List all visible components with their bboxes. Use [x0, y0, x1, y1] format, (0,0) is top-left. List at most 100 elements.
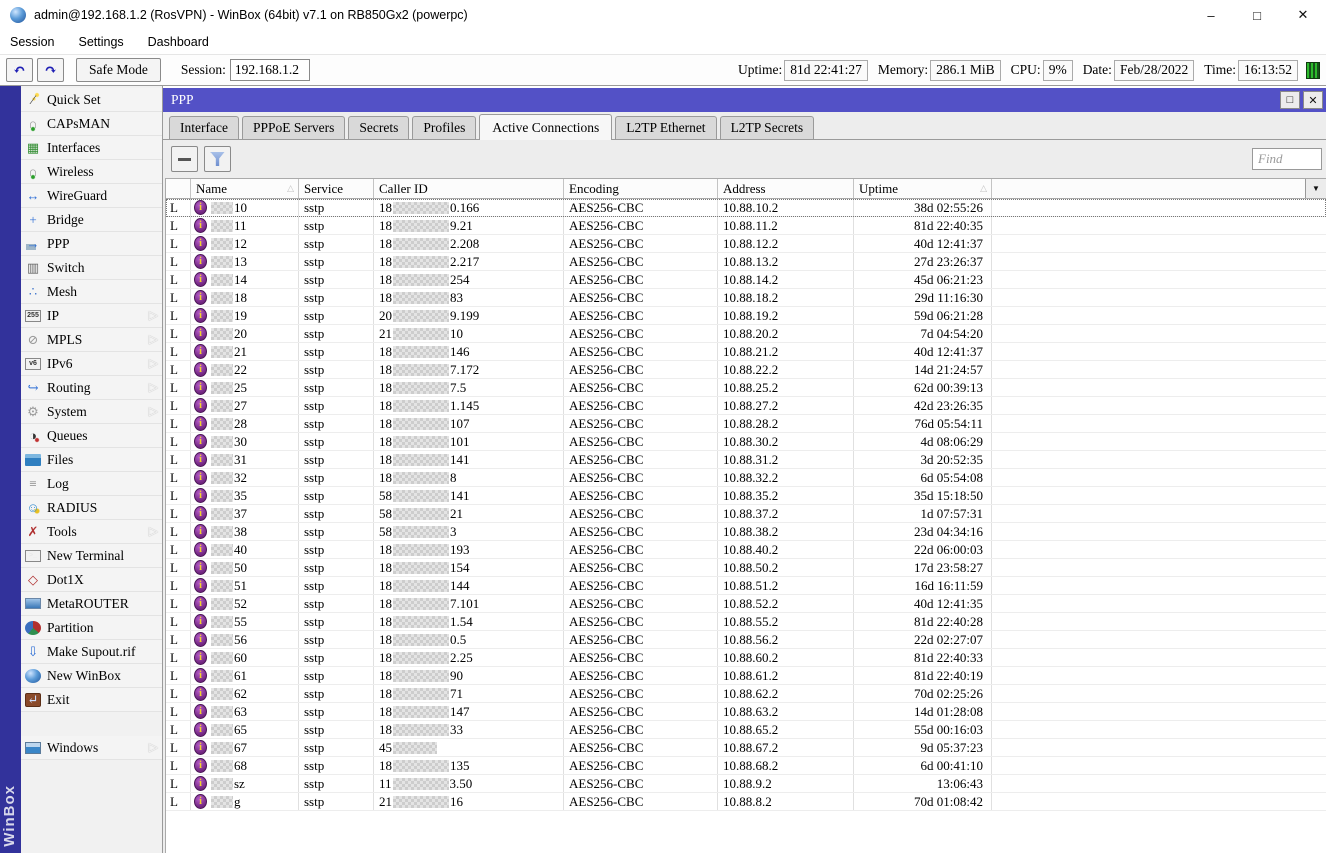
header-caller-id[interactable]: Caller ID	[374, 179, 564, 198]
tab-active-connections[interactable]: Active Connections	[479, 114, 613, 140]
sidebar-item-tools[interactable]: ✗ Tools ▷	[21, 520, 162, 544]
sidebar-item-ppp[interactable]: → PPP	[21, 232, 162, 256]
safe-mode-button[interactable]: Safe Mode	[76, 58, 161, 82]
maximize-button[interactable]: □	[1234, 0, 1280, 30]
winbox-icon	[25, 668, 41, 683]
sidebar-item-wireless[interactable]: ∩ Wireless	[21, 160, 162, 184]
sidebar-item-wireguard[interactable]: ↔ WireGuard	[21, 184, 162, 208]
table-row[interactable]: L sz sstp 11 3.50 AES256-CBC 10.88.9.2 1…	[166, 775, 1326, 793]
sidebar-item-switch[interactable]: ▥ Switch	[21, 256, 162, 280]
remove-button[interactable]	[171, 146, 198, 172]
table-row[interactable]: L 31 sstp 18 141 AES256-CBC 10.88.31.2 3…	[166, 451, 1326, 469]
header-address[interactable]: Address	[718, 179, 854, 198]
table-row[interactable]: L 12 sstp 18 2.208 AES256-CBC 10.88.12.2…	[166, 235, 1326, 253]
sidebar-item-radius[interactable]: ☺ RADIUS	[21, 496, 162, 520]
tab-pppoe-servers[interactable]: PPPoE Servers	[241, 116, 346, 139]
sidebar-item-ipv6[interactable]: v6 IPv6 ▷	[21, 352, 162, 376]
table-row[interactable]: L 55 sstp 18 1.54 AES256-CBC 10.88.55.2 …	[166, 613, 1326, 631]
sidebar-item-new-winbox[interactable]: New WinBox	[21, 664, 162, 688]
table-row[interactable]: L 14 sstp 18 254 AES256-CBC 10.88.14.2 4…	[166, 271, 1326, 289]
table-row[interactable]: L 56 sstp 18 0.5 AES256-CBC 10.88.56.2 2…	[166, 631, 1326, 649]
tab-l2tp-ethernet[interactable]: L2TP Ethernet	[615, 116, 717, 139]
sidebar-item-make-supout-rif[interactable]: ⇩ Make Supout.rif	[21, 640, 162, 664]
sidebar-item-windows[interactable]: Windows ▷	[21, 736, 162, 760]
sidebar-item-partition[interactable]: Partition	[21, 616, 162, 640]
minimize-button[interactable]: –	[1188, 0, 1234, 30]
ppp-maximize-button[interactable]: □	[1280, 91, 1300, 109]
table-row[interactable]: L 25 sstp 18 7.5 AES256-CBC 10.88.25.2 6…	[166, 379, 1326, 397]
menu-session[interactable]: Session	[10, 35, 54, 49]
table-row[interactable]: L 11 sstp 18 9.21 AES256-CBC 10.88.11.2 …	[166, 217, 1326, 235]
table-row[interactable]: L 37 sstp 58 21 AES256-CBC 10.88.37.2 1d…	[166, 505, 1326, 523]
row-flag: L	[166, 559, 191, 576]
table-row[interactable]: L 50 sstp 18 154 AES256-CBC 10.88.50.2 1…	[166, 559, 1326, 577]
row-name-suffix: 60	[234, 649, 247, 665]
sidebar-item-files[interactable]: Files	[21, 448, 162, 472]
table-row[interactable]: L 63 sstp 18 147 AES256-CBC 10.88.63.2 1…	[166, 703, 1326, 721]
table-row[interactable]: L 19 sstp 20 9.199 AES256-CBC 10.88.19.2…	[166, 307, 1326, 325]
header-flag[interactable]	[166, 179, 191, 198]
sidebar-item-routing[interactable]: ↪ Routing ▷	[21, 376, 162, 400]
table-row[interactable]: L 27 sstp 18 1.145 AES256-CBC 10.88.27.2…	[166, 397, 1326, 415]
table-row[interactable]: L 65 sstp 18 33 AES256-CBC 10.88.65.2 55…	[166, 721, 1326, 739]
table-row[interactable]: L 20 sstp 21 10 AES256-CBC 10.88.20.2 7d…	[166, 325, 1326, 343]
sidebar-item-quick-set[interactable]: ∕ Quick Set	[21, 88, 162, 112]
table-row[interactable]: L 21 sstp 18 146 AES256-CBC 10.88.21.2 4…	[166, 343, 1326, 361]
close-button[interactable]: ✕	[1280, 0, 1326, 30]
table-row[interactable]: L 35 sstp 58 141 AES256-CBC 10.88.35.2 3…	[166, 487, 1326, 505]
undo-button[interactable]: ↶	[6, 58, 33, 82]
table-row[interactable]: L g sstp 21 16 AES256-CBC 10.88.8.2 70d …	[166, 793, 1326, 811]
row-uptime: 1d 07:57:31	[854, 505, 992, 522]
table-row[interactable]: L 61 sstp 18 90 AES256-CBC 10.88.61.2 81…	[166, 667, 1326, 685]
find-input[interactable]	[1252, 148, 1322, 170]
header-encoding[interactable]: Encoding	[564, 179, 718, 198]
table-row[interactable]: L 52 sstp 18 7.101 AES256-CBC 10.88.52.2…	[166, 595, 1326, 613]
header-uptime[interactable]: Uptime △	[854, 179, 992, 198]
header-name[interactable]: Name △	[191, 179, 299, 198]
table-row[interactable]: L 30 sstp 18 101 AES256-CBC 10.88.30.2 4…	[166, 433, 1326, 451]
session-input[interactable]	[229, 59, 310, 81]
menu-settings[interactable]: Settings	[78, 35, 123, 49]
sidebar-item-exit[interactable]: ↵ Exit	[21, 688, 162, 712]
table-row[interactable]: L 51 sstp 18 144 AES256-CBC 10.88.51.2 1…	[166, 577, 1326, 595]
table-row[interactable]: L 67 sstp 45 AES256-CBC 10.88.67.2 9d 05…	[166, 739, 1326, 757]
sidebar-item-mesh[interactable]: ∴ Mesh	[21, 280, 162, 304]
row-name-suffix: 40	[234, 541, 247, 557]
table-row[interactable]: L 32 sstp 18 8 AES256-CBC 10.88.32.2 6d …	[166, 469, 1326, 487]
sidebar-item-metarouter[interactable]: MetaROUTER	[21, 592, 162, 616]
ppp-title-bar[interactable]: PPP □ ✕	[163, 88, 1326, 112]
table-row[interactable]: L 62 sstp 18 71 AES256-CBC 10.88.62.2 70…	[166, 685, 1326, 703]
tab-secrets[interactable]: Secrets	[348, 116, 410, 139]
tab-interface[interactable]: Interface	[169, 116, 239, 139]
sidebar-item-bridge[interactable]: + Bridge	[21, 208, 162, 232]
table-row[interactable]: L 40 sstp 18 193 AES256-CBC 10.88.40.2 2…	[166, 541, 1326, 559]
table-row[interactable]: L 18 sstp 18 83 AES256-CBC 10.88.18.2 29…	[166, 289, 1326, 307]
ppp-close-button[interactable]: ✕	[1303, 91, 1323, 109]
sidebar-item-new-terminal[interactable]: >_ New Terminal	[21, 544, 162, 568]
table-row[interactable]: L 28 sstp 18 107 AES256-CBC 10.88.28.2 7…	[166, 415, 1326, 433]
filter-button[interactable]	[204, 146, 231, 172]
redacted-caller-block	[393, 291, 449, 304]
sidebar-item-log[interactable]: ≡ Log	[21, 472, 162, 496]
sidebar-item-label: Dot1X	[47, 571, 84, 587]
table-row[interactable]: L 22 sstp 18 7.172 AES256-CBC 10.88.22.2…	[166, 361, 1326, 379]
sidebar-item-mpls[interactable]: ⊘ MPLS ▷	[21, 328, 162, 352]
table-row[interactable]: L 10 sstp 18 0.166 AES256-CBC 10.88.10.2…	[166, 199, 1326, 217]
sidebar-item-dot1x[interactable]: ◇ Dot1X	[21, 568, 162, 592]
column-dropdown-button[interactable]: ▼	[1305, 179, 1326, 198]
sidebar-item-interfaces[interactable]: ▦ Interfaces	[21, 136, 162, 160]
tab-l2tp-secrets[interactable]: L2TP Secrets	[719, 116, 815, 139]
redo-button[interactable]: ↷	[37, 58, 64, 82]
header-service[interactable]: Service	[299, 179, 374, 198]
table-row[interactable]: L 13 sstp 18 2.217 AES256-CBC 10.88.13.2…	[166, 253, 1326, 271]
menu-dashboard[interactable]: Dashboard	[148, 35, 209, 49]
sidebar-item-queues[interactable]: ◑ Queues	[21, 424, 162, 448]
table-row[interactable]: L 38 sstp 58 3 AES256-CBC 10.88.38.2 23d…	[166, 523, 1326, 541]
sidebar-item-capsman[interactable]: ∩ CAPsMAN	[21, 112, 162, 136]
sidebar-item-ip[interactable]: 255 IP ▷	[21, 304, 162, 328]
table-row[interactable]: L 60 sstp 18 2.25 AES256-CBC 10.88.60.2 …	[166, 649, 1326, 667]
table-row[interactable]: L 68 sstp 18 135 AES256-CBC 10.88.68.2 6…	[166, 757, 1326, 775]
sidebar-item-system[interactable]: ⚙ System ▷	[21, 400, 162, 424]
row-flag: L	[166, 703, 191, 720]
tab-profiles[interactable]: Profiles	[412, 116, 477, 139]
